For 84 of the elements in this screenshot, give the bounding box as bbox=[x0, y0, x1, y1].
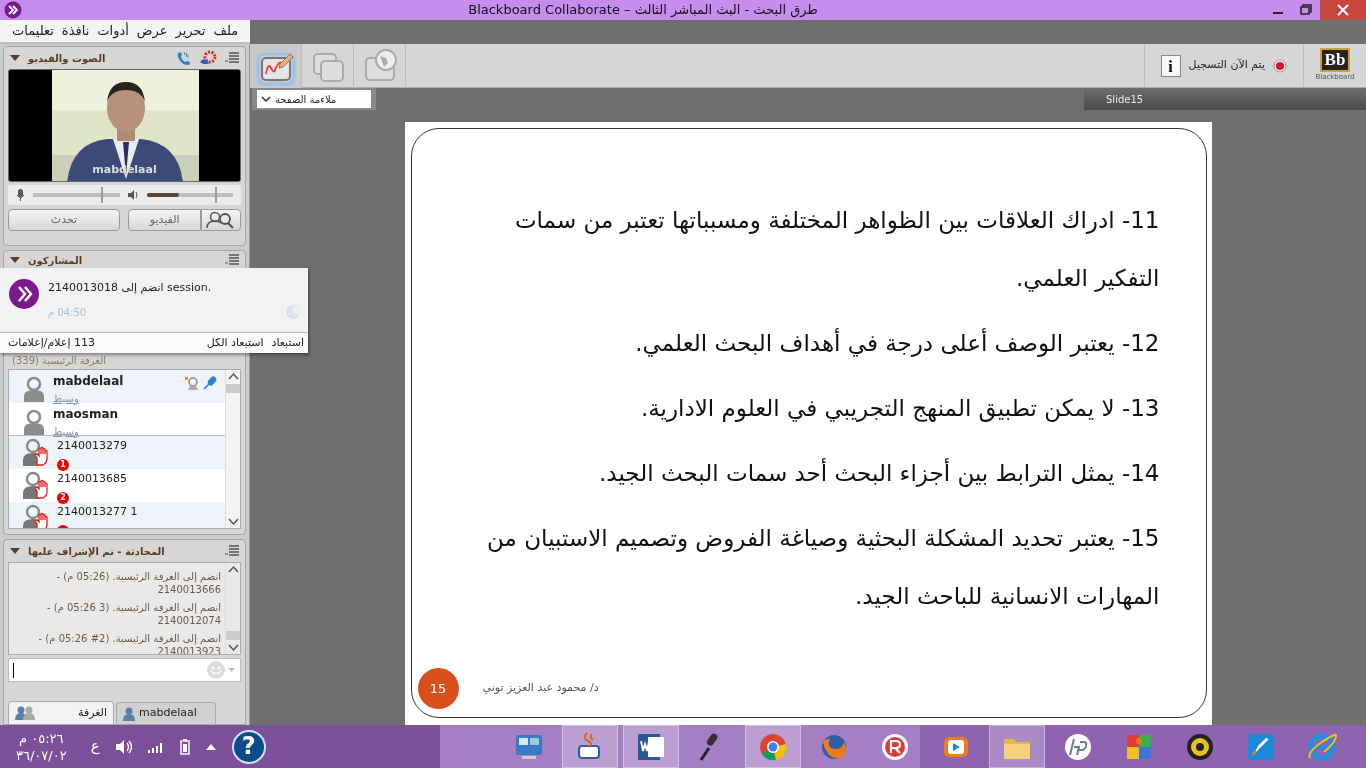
slider-thumb[interactable] bbox=[101, 187, 104, 203]
raised-hand-icon bbox=[23, 438, 49, 466]
scroll-up-icon[interactable] bbox=[226, 563, 240, 575]
zoom-dropdown[interactable]: ملاءمة الصفحة bbox=[256, 89, 372, 109]
logo-mark: Bb bbox=[1319, 48, 1351, 73]
menu-item[interactable]: تحرير bbox=[175, 21, 206, 41]
recording-status: يتم الآن التسجيل bbox=[1188, 57, 1265, 74]
scroll-up-icon[interactable] bbox=[226, 370, 240, 382]
battery-icon[interactable] bbox=[179, 738, 190, 755]
show-hidden-icons[interactable] bbox=[205, 743, 216, 750]
chevron-down-icon bbox=[261, 95, 271, 103]
hand-order-badge: 2 bbox=[57, 491, 69, 504]
timer-icon bbox=[286, 305, 300, 319]
menu-item[interactable]: عرض bbox=[136, 21, 168, 41]
participant-name[interactable]: 2140013279 bbox=[57, 438, 127, 455]
slide-text: 15- يعتبر تحديد المشكلة البحثية وصياغة الفروض وتصميم الاستبيان من المهارات الانسانية للباحث الجيد. bbox=[486, 524, 1160, 612]
app-icon bbox=[8, 278, 40, 310]
video-button[interactable]: الفيديو bbox=[128, 209, 202, 231]
window-title: طرق البحث - البث المباشر الثالث – Blackboard Collaborate bbox=[468, 2, 818, 17]
slide-text: 11- ادراك العلاقات بين الظواهر المختلفة ومسبباتها تعتبر من سمات التفكير العلمي. bbox=[513, 206, 1160, 294]
participant-role: وسيط bbox=[53, 425, 79, 437]
chat-message: انضم إلى الغرفة الرئيسية. (3 05:26 م) - 2140012074 bbox=[45, 601, 222, 628]
hand-order-badge: 1 bbox=[57, 458, 69, 471]
taskbar-button[interactable] bbox=[623, 725, 679, 768]
room-label: الغرفة الرئيسية (339) bbox=[12, 355, 106, 366]
app-icon[interactable] bbox=[4, 1, 22, 19]
participant-name[interactable]: mabdelaal bbox=[53, 372, 124, 390]
menu-icon[interactable] bbox=[225, 254, 239, 266]
chat-message: انضم إلى الغرفة الرئيسية. (05:26 م) - 2140013666 bbox=[55, 570, 222, 597]
person-icon bbox=[23, 376, 45, 402]
talk-button[interactable]: تحدث bbox=[8, 209, 120, 231]
participant-name[interactable]: maosman bbox=[53, 405, 119, 423]
clock-time[interactable]: ٠٥:٢٦ م bbox=[16, 729, 67, 747]
slide-tab[interactable]: Slide15 bbox=[1084, 88, 1366, 110]
raised-hand-icon bbox=[23, 471, 49, 499]
participant-role: وسيط bbox=[53, 392, 79, 404]
find-participant-button[interactable] bbox=[201, 209, 241, 231]
menu-icon[interactable] bbox=[225, 52, 239, 64]
notification-time: 04:50 م bbox=[48, 305, 87, 320]
help-button[interactable]: ? bbox=[231, 729, 266, 764]
slide-text: 14- يمثل الترابط بين أجزاء البحث أحد سمات البحث الجيد. bbox=[598, 457, 1160, 489]
taskbar-button[interactable] bbox=[562, 725, 618, 768]
whiteboard-tool[interactable] bbox=[250, 43, 302, 88]
chat-tab[interactable]: الغرفة bbox=[8, 701, 114, 724]
caret-icon[interactable] bbox=[10, 256, 20, 264]
dismiss-link[interactable]: استبعاد bbox=[271, 334, 304, 352]
notification-message: 2140013018 انضم إلى session. bbox=[48, 281, 212, 294]
menu-icon[interactable] bbox=[225, 545, 239, 557]
info-button[interactable]: i bbox=[1160, 54, 1181, 77]
chat-input[interactable] bbox=[8, 658, 241, 682]
menu-item[interactable]: ملف bbox=[213, 21, 239, 41]
menu-item[interactable]: تعليمات bbox=[12, 21, 54, 41]
author-name: د/ محمود عبد العزيز توني bbox=[482, 680, 599, 697]
signal-icon[interactable] bbox=[147, 740, 164, 753]
people-icon bbox=[15, 706, 35, 720]
person-icon bbox=[123, 706, 135, 721]
close-icon[interactable] bbox=[1320, 0, 1366, 20]
scroll-thumb[interactable] bbox=[226, 384, 240, 393]
volume-icon[interactable] bbox=[115, 739, 132, 754]
participant-name[interactable]: 2140013685 bbox=[57, 471, 127, 488]
slide-text: 12- يعتبر الوصف أعلى درجة في أهداف البحث العلمي. bbox=[634, 327, 1160, 359]
chat-tab[interactable]: mabdelaal bbox=[116, 702, 216, 724]
caret-icon[interactable] bbox=[10, 547, 20, 555]
page-number: 15 bbox=[417, 668, 459, 709]
scroll-down-icon[interactable] bbox=[226, 516, 240, 528]
panel-title: المشاركون bbox=[28, 253, 83, 268]
language-indicator[interactable]: ع bbox=[90, 735, 100, 758]
dismiss-link[interactable]: استبعاد الكل bbox=[206, 334, 264, 352]
scroll-down-icon[interactable] bbox=[226, 642, 240, 654]
menu-item[interactable]: أدوات bbox=[97, 21, 129, 41]
caret-icon[interactable] bbox=[10, 54, 20, 62]
slide-text: 13- لا يمكن تطبيق المنهج التجريبي في العلوم الادارية. bbox=[639, 394, 1160, 424]
panel-title: المحادثة - تم الإشراف عليها bbox=[28, 544, 165, 559]
microphone-icon bbox=[16, 189, 25, 201]
panel-title: الصوت والفيديو bbox=[28, 51, 106, 66]
record-icon[interactable] bbox=[1273, 58, 1287, 73]
person-icon bbox=[23, 409, 45, 435]
menu-item[interactable]: نافذة bbox=[61, 21, 90, 41]
notification-count: 113 إعلام/إعلامات bbox=[8, 334, 95, 351]
phone-icon[interactable] bbox=[175, 50, 191, 66]
settings-icon[interactable] bbox=[199, 50, 217, 66]
clock-date[interactable]: ٣٦/٠٧/٠٢ bbox=[16, 746, 67, 764]
slider-thumb[interactable] bbox=[214, 187, 217, 203]
scroll-thumb[interactable] bbox=[226, 631, 240, 640]
